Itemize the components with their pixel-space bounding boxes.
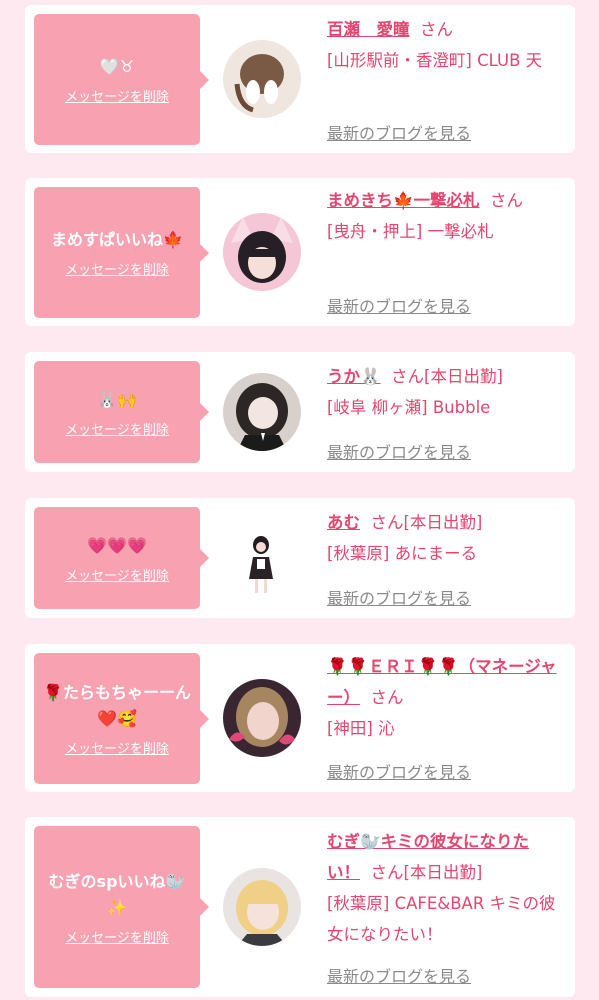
san-suffix: さん — [370, 513, 404, 532]
entry-card: 🤍♉ メッセージを削除 百瀬 愛瞳 さん [山形駅前・香澄町] CLUB 天 最… — [25, 5, 575, 153]
cast-name-link[interactable]: 🌹🌹ＥＲＩ🌹🌹（マネージャー） — [327, 657, 557, 707]
entry-info: まめきち🍁一撃必札 さん [曳舟・押上] 一撃必札 — [327, 185, 567, 247]
message-bubble: 🌹たらもちゃーーん❤️🥰 メッセージを削除 — [34, 653, 209, 784]
entry-info: むぎ🦭キミの彼女になりたい！ さん[本日出勤] [秋葉原] CAFE&BAR キ… — [327, 826, 567, 950]
latest-blog-link[interactable]: 最新のブログを見る — [327, 585, 471, 609]
status-badge: [本日出勤] — [424, 367, 503, 386]
latest-blog-link[interactable]: 最新のブログを見る — [327, 963, 471, 987]
entry-card: 🌹たらもちゃーーん❤️🥰 メッセージを削除 🌹🌹ＥＲＩ🌹🌹（マネージャー） さん… — [25, 644, 575, 792]
entry-info: あむ さん[本日出勤] [秋葉原] あにまーる — [327, 507, 567, 569]
entry-card: 🐰🙌 メッセージを削除 うか🐰 さん[本日出勤] [岐阜 柳ヶ瀬] Bubble… — [25, 352, 575, 472]
shop-info: [秋葉原] CAFE&BAR キミの彼女になりたい！ — [327, 894, 556, 944]
avatar-icon — [223, 40, 301, 118]
avatar-icon — [223, 679, 301, 757]
entry-info: うか🐰 さん[本日出勤] [岐阜 柳ヶ瀬] Bubble — [327, 361, 567, 423]
message-text: 🌹たらもちゃーーん❤️🥰 — [43, 683, 191, 728]
avatar-icon — [223, 519, 301, 597]
message-bubble: 🐰🙌 メッセージを削除 — [34, 361, 209, 463]
message-text: まめすぱいいね🍁 — [51, 230, 183, 249]
san-suffix: さん — [420, 20, 453, 39]
message-text: 🤍♉ — [99, 57, 135, 76]
message-bubble: まめすぱいいね🍁 メッセージを削除 — [34, 187, 209, 318]
latest-blog-link[interactable]: 最新のブログを見る — [327, 293, 471, 317]
avatar-icon — [223, 868, 301, 946]
entry-card: 💗💗💗 メッセージを削除 あむ さん[本日出勤] [秋葉原] あにまーる 最新の… — [25, 498, 575, 618]
shop-info: [山形駅前・香澄町] CLUB 天 — [327, 51, 543, 70]
avatar[interactable] — [223, 40, 301, 118]
delete-message-button[interactable]: メッセージを削除 — [65, 86, 169, 105]
avatar[interactable] — [223, 679, 301, 757]
delete-message-button[interactable]: メッセージを削除 — [65, 259, 169, 278]
avatar[interactable] — [223, 868, 301, 946]
message-bubble: 🤍♉ メッセージを削除 — [34, 14, 209, 145]
avatar[interactable] — [223, 213, 301, 291]
shop-info: [神田] 沁 — [327, 719, 395, 738]
delete-message-button[interactable]: メッセージを削除 — [65, 927, 169, 946]
delete-message-button[interactable]: メッセージを削除 — [65, 738, 169, 757]
entry-info: 百瀬 愛瞳 さん [山形駅前・香澄町] CLUB 天 — [327, 14, 567, 76]
status-badge: [本日出勤] — [403, 863, 483, 882]
cast-name-link[interactable]: まめきち🍁一撃必札 — [327, 191, 480, 210]
latest-blog-link[interactable]: 最新のブログを見る — [327, 439, 471, 463]
avatar-icon — [223, 373, 301, 451]
entry-info: 🌹🌹ＥＲＩ🌹🌹（マネージャー） さん [神田] 沁 — [327, 651, 567, 744]
message-text: 🐰🙌 — [97, 389, 137, 409]
message-text: 💗💗💗 — [87, 535, 147, 555]
message-text: むぎのspいいね🦭✨ — [48, 871, 186, 917]
cast-name-link[interactable]: あむ — [327, 513, 360, 532]
shop-info: [秋葉原] あにまーる — [327, 544, 478, 563]
avatar[interactable] — [223, 373, 301, 451]
delete-message-button[interactable]: メッセージを削除 — [65, 419, 169, 438]
cast-name-link[interactable]: うか🐰 — [327, 367, 381, 386]
san-suffix: さん — [370, 863, 404, 882]
cast-name-link[interactable]: 百瀬 愛瞳 — [327, 20, 410, 39]
san-suffix: さん — [490, 191, 524, 210]
entry-card: まめすぱいいね🍁 メッセージを削除 まめきち🍁一撃必札 さん [曳舟・押上] 一… — [25, 178, 575, 326]
latest-blog-link[interactable]: 最新のブログを見る — [327, 759, 471, 783]
message-bubble: 💗💗💗 メッセージを削除 — [34, 507, 209, 609]
avatar-icon — [223, 213, 301, 291]
delete-message-button[interactable]: メッセージを削除 — [65, 565, 169, 584]
entry-card: むぎのspいいね🦭✨ メッセージを削除 むぎ🦭キミの彼女になりたい！ さん[本日… — [25, 817, 575, 997]
status-badge: [本日出勤] — [403, 513, 483, 532]
latest-blog-link[interactable]: 最新のブログを見る — [327, 120, 471, 144]
san-suffix: さん — [391, 367, 425, 386]
shop-info: [岐阜 柳ヶ瀬] Bubble — [327, 398, 491, 417]
message-bubble: むぎのspいいね🦭✨ メッセージを削除 — [34, 826, 209, 988]
shop-info: [曳舟・押上] 一撃必札 — [327, 222, 494, 241]
avatar[interactable] — [223, 519, 301, 597]
san-suffix: さん — [370, 688, 404, 707]
